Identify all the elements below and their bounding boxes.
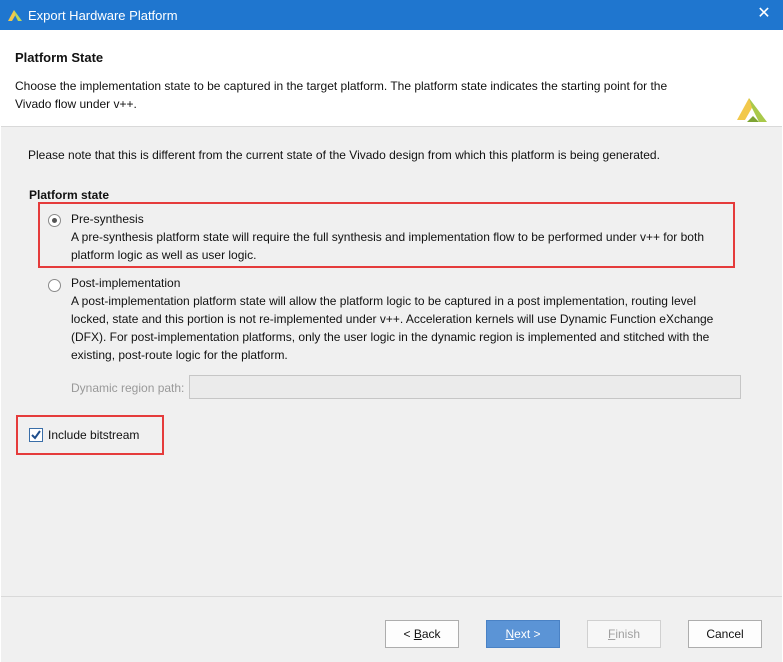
back-rest: ack bbox=[421, 627, 441, 641]
vivado-logo-icon bbox=[737, 98, 767, 122]
pre-synthesis-radio[interactable] bbox=[48, 214, 61, 227]
back-mnemonic: B bbox=[413, 627, 422, 641]
include-bitstream-label[interactable]: Include bitstream bbox=[48, 428, 139, 442]
window-title: Export Hardware Platform bbox=[28, 8, 178, 23]
cancel-button[interactable]: Cancel bbox=[688, 620, 762, 648]
checkmark-icon bbox=[31, 430, 41, 440]
finish-rest: inish bbox=[615, 627, 641, 641]
include-bitstream-checkbox[interactable] bbox=[29, 428, 43, 442]
dynamic-region-path-input[interactable] bbox=[189, 375, 741, 399]
back-button[interactable]: < Back bbox=[385, 620, 459, 648]
pre-synthesis-label[interactable]: Pre-synthesis bbox=[71, 212, 144, 226]
post-implementation-label[interactable]: Post-implementation bbox=[71, 276, 180, 290]
title-bar: Export Hardware Platform ✕ bbox=[0, 0, 783, 30]
close-icon[interactable]: ✕ bbox=[755, 5, 773, 23]
dynamic-region-path-label: Dynamic region path: bbox=[71, 381, 185, 395]
page-description: Choose the implementation state to be ca… bbox=[15, 79, 668, 111]
vivado-app-icon bbox=[8, 10, 22, 21]
page-title: Platform State bbox=[15, 50, 104, 65]
pre-synthesis-description: A pre-synthesis platform state will requ… bbox=[71, 230, 704, 262]
wizard-footer: < Back Next > Finish Cancel bbox=[1, 596, 782, 662]
platform-state-group-title: Platform state bbox=[29, 188, 110, 202]
next-button[interactable]: Next > bbox=[486, 620, 560, 648]
finish-button[interactable]: Finish bbox=[587, 620, 661, 648]
post-implementation-radio[interactable] bbox=[48, 279, 61, 292]
wizard-content: Please note that this is different from … bbox=[1, 126, 782, 597]
wizard-header: Platform State Choose the implementation… bbox=[0, 30, 783, 126]
next-mnemonic: N bbox=[505, 627, 515, 641]
back-prefix: < bbox=[403, 627, 414, 641]
note-text: Please note that this is different from … bbox=[28, 148, 660, 162]
next-rest: ext > bbox=[514, 627, 541, 641]
post-implementation-description: A post-implementation platform state wil… bbox=[71, 294, 714, 362]
